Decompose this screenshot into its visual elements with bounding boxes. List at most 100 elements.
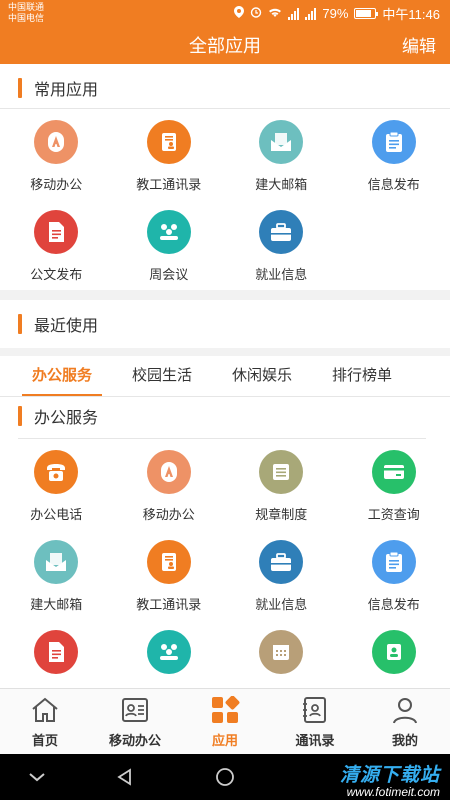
app-tile[interactable]: 移动办公 xyxy=(113,440,226,530)
apps-grid-icon xyxy=(209,695,241,725)
app-label: 规章制度 xyxy=(255,507,308,522)
carrier-2: 中国电信 xyxy=(8,13,45,23)
office-services-grid: 办公电话 移动办公 规章制度 工资查询建大邮箱 教工通讯录 就业信息 信息发布 xyxy=(0,440,450,688)
app-tile[interactable] xyxy=(225,620,338,688)
office-section: 办公服务 校园生活 休闲娱乐 排行榜单 办公服务 办公电话 移动办公 规章制度 工资查询建大… xyxy=(0,348,450,688)
common-apps-header: 常用应用 xyxy=(18,78,98,99)
mail-icon xyxy=(34,540,79,584)
home-button[interactable] xyxy=(202,754,248,800)
app-label: 移动办公 xyxy=(142,507,195,522)
document-icon xyxy=(34,630,79,674)
battery-icon xyxy=(354,8,379,19)
contacts-book-icon xyxy=(146,540,191,584)
bottom-navigation: 首页 移动办公 应用 通讯录 我的 xyxy=(0,688,450,754)
app-label: 周会议 xyxy=(149,267,189,282)
tab-0[interactable]: 办公服务 xyxy=(12,356,112,396)
nav-label: 首页 xyxy=(31,733,58,748)
app-tile[interactable]: 规章制度 xyxy=(225,440,338,530)
user-icon xyxy=(389,695,421,725)
divider xyxy=(18,438,426,439)
app-label: 移动办公 xyxy=(30,177,83,192)
recent-section: 最近使用 xyxy=(0,300,450,348)
common-apps-section: 常用应用 移动办公 教工通讯录 建大邮箱 信息发布公文发布 周会议 就业信息 xyxy=(0,64,450,290)
app-tile[interactable]: 工资查询 xyxy=(338,440,450,530)
app-tile[interactable]: 办公电话 xyxy=(0,440,113,530)
common-apps-grid: 移动办公 教工通讯录 建大邮箱 信息发布公文发布 周会议 就业信息 xyxy=(0,110,450,290)
contacts-icon xyxy=(299,695,331,725)
nav-label: 通讯录 xyxy=(295,733,335,748)
nav-item-3[interactable]: 通讯录 xyxy=(270,689,360,754)
edit-button[interactable]: 编辑 xyxy=(402,32,436,57)
briefcase-icon xyxy=(259,540,304,584)
app-label: 就业信息 xyxy=(255,597,308,612)
app-tile[interactable]: 教工通讯录 xyxy=(113,110,226,200)
battery-percent: 79% xyxy=(322,6,349,21)
nav-label: 应用 xyxy=(211,733,238,748)
app-label: 教工通讯录 xyxy=(136,177,202,192)
carrier-info: 中国联通 中国电信 xyxy=(8,2,44,24)
app-label: 信息发布 xyxy=(367,177,420,192)
app-tile[interactable]: 建大邮箱 xyxy=(0,530,113,620)
id-card-icon xyxy=(119,695,151,725)
nav-item-2[interactable]: 应用 xyxy=(180,689,270,754)
back-triangle-icon xyxy=(117,768,131,786)
nav-item-1[interactable]: 移动办公 xyxy=(90,689,180,754)
nav-item-4[interactable]: 我的 xyxy=(360,689,450,754)
main-content[interactable]: 常用应用 移动办公 教工通讯录 建大邮箱 信息发布 公文发布 周会议 就业信息 最近使用 办… xyxy=(0,64,450,688)
meeting-icon xyxy=(146,630,191,674)
clock: 中午11:46 xyxy=(382,7,440,22)
nav-label: 移动办公 xyxy=(108,733,161,748)
section-accent xyxy=(18,314,22,334)
page-title: 全部应用 xyxy=(189,36,261,56)
list-icon xyxy=(259,450,304,494)
signal-2-icon xyxy=(305,7,317,20)
watermark-brand: 清源下载站 xyxy=(339,765,440,786)
document-icon xyxy=(34,210,79,254)
watermark-url: www.fotimeit.com xyxy=(346,785,440,799)
app-tile[interactable]: 周会议 xyxy=(113,200,226,290)
tab-1[interactable]: 校园生活 xyxy=(112,356,212,396)
app-tile[interactable]: 信息发布 xyxy=(338,530,450,620)
back-button[interactable] xyxy=(102,754,148,800)
nav-label: 我的 xyxy=(391,733,418,748)
section-accent xyxy=(18,78,22,98)
address-book-icon xyxy=(371,630,416,674)
status-bar: 中国联通 中国电信 79% 中午11:46 xyxy=(0,0,450,28)
app-tile[interactable]: 移动办公 xyxy=(0,110,113,200)
system-navigation-bar: 清源下载站 www.fotimeit.com xyxy=(0,754,450,800)
hide-nav-button[interactable] xyxy=(14,754,60,800)
app-label: 就业信息 xyxy=(255,267,308,282)
section-accent xyxy=(18,406,22,426)
app-tile[interactable] xyxy=(0,620,113,688)
app-tile[interactable]: 信息发布 xyxy=(338,110,450,200)
contacts-book-icon xyxy=(146,120,191,164)
app-tile[interactable] xyxy=(338,620,450,688)
app-tile[interactable]: 就业信息 xyxy=(225,200,338,290)
app-tile[interactable]: 就业信息 xyxy=(225,530,338,620)
divider xyxy=(0,396,450,397)
home-icon xyxy=(29,695,61,725)
app-tile[interactable]: 公文发布 xyxy=(0,200,113,290)
wifi-icon xyxy=(268,6,282,21)
app-label: 工资查询 xyxy=(367,507,420,522)
card-icon xyxy=(371,450,416,494)
mobile-office-icon xyxy=(34,120,79,164)
app-label: 建大邮箱 xyxy=(255,177,308,192)
app-label: 公文发布 xyxy=(30,267,83,282)
tab-3[interactable]: 排行榜单 xyxy=(312,356,412,396)
app-tile[interactable]: 建大邮箱 xyxy=(225,110,338,200)
app-tile[interactable] xyxy=(113,620,226,688)
meeting-icon xyxy=(146,210,191,254)
location-icon xyxy=(234,6,245,21)
app-tile[interactable]: 教工通讯录 xyxy=(113,530,226,620)
tab-2[interactable]: 休闲娱乐 xyxy=(212,356,312,396)
app-label: 建大邮箱 xyxy=(30,597,83,612)
mobile-office-icon xyxy=(146,450,191,494)
clipboard-icon xyxy=(371,540,416,584)
section-title: 办公服务 xyxy=(34,410,99,427)
chevron-down-icon xyxy=(29,773,45,782)
nav-item-0[interactable]: 首页 xyxy=(0,689,90,754)
app-label: 教工通讯录 xyxy=(136,597,202,612)
section-title: 最近使用 xyxy=(34,318,99,335)
mail-icon xyxy=(259,120,304,164)
